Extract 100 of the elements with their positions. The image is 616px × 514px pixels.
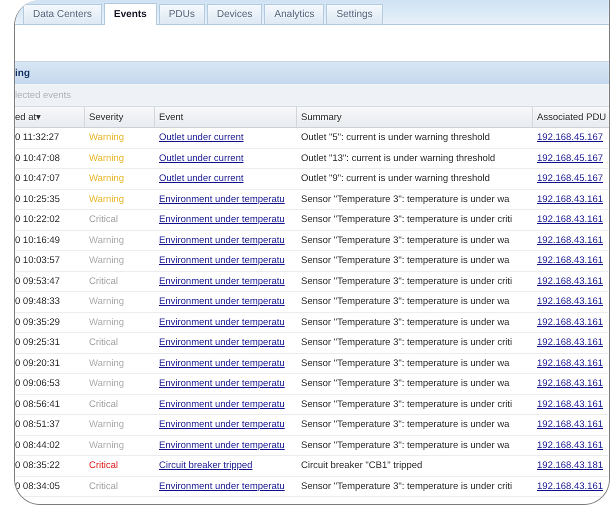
table-cell-text: 0 08:56:41 [15, 398, 61, 412]
event-link[interactable]: Environment under temperatu [159, 398, 285, 410]
severity-label: Critical [88, 336, 120, 350]
table-cell-text: Sensor "Temperature 3": temperature is under wa [300, 418, 510, 432]
severity-label: Warning [88, 295, 126, 310]
severity-label: Warning [88, 254, 126, 268]
severity-label: Warning [88, 438, 126, 453]
pdu-link[interactable]: 192.168.43.161 [537, 378, 604, 390]
tab[interactable]: PDUs [158, 4, 205, 24]
table-cell-text: 0 08:35:22 [15, 459, 61, 474]
severity-label: Critical [88, 398, 120, 412]
table-cell-text: 0 08:51:37 [15, 418, 61, 432]
tab[interactable]: Data Centers [23, 4, 102, 24]
table-cell-text: Outlet "5": current is under warning threshold [300, 131, 491, 146]
table-cell-text: Sensor "Temperature 3": temperature is under criti [300, 274, 514, 289]
severity-label: Warning [88, 172, 126, 186]
table-cell-text: 0 10:47:08 [15, 152, 61, 166]
table-cell-text: 0 10:47:07 [15, 172, 61, 186]
event-link[interactable]: Environment under temperatu [159, 234, 285, 246]
severity-label: Warning [88, 356, 126, 371]
toolbar-label: lected events [15, 90, 71, 100]
pdu-link[interactable]: 192.168.43.161 [537, 419, 604, 430]
table-cell-text: Sensor "Temperature 3": temperature is under criti [300, 398, 514, 412]
severity-label: Warning [88, 152, 126, 166]
severity-label: Warning [88, 377, 126, 392]
pdu-link[interactable]: 192.168.43.161 [537, 214, 604, 226]
table-cell-text: Sensor "Temperature 3": temperature is under wa [300, 316, 510, 330]
column-header[interactable]: Severity [85, 107, 155, 127]
column-header[interactable]: ed at▾ [15, 107, 85, 127]
pdu-link[interactable]: 192.168.43.161 [537, 440, 604, 451]
event-link[interactable]: Environment under temperatu [159, 337, 285, 348]
pdu-link[interactable]: 192.168.43.161 [537, 480, 604, 492]
table-cell-text: 0 11:32:27 [15, 131, 60, 146]
event-link[interactable]: Outlet under current [159, 132, 244, 144]
table-cell-text: Sensor "Temperature 3": temperature is under criti [300, 480, 514, 494]
column-header[interactable]: Summary [297, 107, 533, 127]
severity-label: Critical [88, 213, 120, 228]
tab[interactable]: Devices [206, 4, 262, 24]
pdu-link[interactable]: 192.168.43.161 [537, 276, 604, 287]
table-cell-text: Sensor "Temperature 3": temperature is under wa [300, 356, 510, 371]
event-link[interactable]: Environment under temperatu [159, 480, 285, 492]
table-cell-text: 0 10:25:35 [15, 192, 61, 207]
pdu-link[interactable]: 192.168.43.161 [537, 234, 604, 246]
pdu-link[interactable]: 192.168.43.161 [537, 296, 604, 308]
pdu-link[interactable]: 192.168.45.167 [537, 132, 604, 144]
table-cell-text: Outlet "13": current is under warning threshold [300, 152, 496, 166]
table-cell-text: 0 10:03:57 [15, 254, 61, 268]
event-link[interactable]: Environment under temperatu [159, 214, 285, 226]
table-cell-text: 0 08:44:02 [15, 438, 61, 453]
severity-label: Warning [88, 316, 126, 330]
tab[interactable]: Analytics [264, 4, 324, 24]
severity-label: Warning [88, 418, 126, 432]
event-link[interactable]: Environment under temperatu [159, 358, 285, 369]
column-header[interactable]: Event [155, 107, 297, 127]
event-link[interactable]: Outlet under current [159, 173, 244, 184]
table-cell-text: Sensor "Temperature 3": temperature is under wa [300, 295, 510, 310]
table-cell-text: Sensor "Temperature 3": temperature is under wa [300, 438, 510, 453]
table-cell-text: 0 09:06:53 [15, 377, 61, 392]
event-link[interactable]: Environment under temperatu [159, 378, 285, 390]
table-cell-text: 0 10:22:02 [15, 213, 61, 228]
table-cell-text: Sensor "Temperature 3": temperature is under wa [300, 192, 510, 207]
severity-label: Warning [88, 131, 126, 146]
event-link[interactable]: Outlet under current [159, 152, 244, 164]
pdu-link[interactable]: 192.168.43.161 [537, 358, 604, 369]
table-cell-text: 0 09:25:31 [15, 336, 61, 350]
table-cell-text: Sensor "Temperature 3": temperature is under wa [300, 234, 510, 248]
event-link[interactable]: Environment under temperatu [159, 255, 285, 266]
severity-label: Critical [88, 480, 120, 494]
event-link[interactable]: Environment under temperatu [159, 316, 285, 328]
table-cell-text: Sensor "Temperature 3": temperature is under criti [300, 213, 514, 228]
severity-label: Critical [88, 274, 120, 289]
event-link[interactable]: Environment under temperatu [159, 194, 285, 205]
pdu-link[interactable]: 192.168.45.167 [537, 152, 604, 164]
table-cell-text: Sensor "Temperature 3": temperature is under wa [300, 377, 510, 392]
event-link[interactable]: Environment under temperatu [159, 296, 285, 308]
table-cell-text: Sensor "Temperature 3": temperature is under wa [300, 254, 510, 268]
severity-label: Warning [88, 192, 126, 207]
event-link[interactable]: Environment under temperatu [159, 440, 285, 451]
pdu-link[interactable]: 192.168.43.161 [537, 337, 604, 348]
tab[interactable]: Events [104, 3, 157, 25]
pdu-link[interactable]: 192.168.43.161 [537, 316, 604, 328]
panel-title: ing [15, 68, 30, 78]
pdu-link[interactable]: 192.168.43.161 [537, 398, 604, 410]
table-cell-text: Outlet "9": current is under warning threshold [300, 172, 491, 186]
event-link[interactable]: Circuit breaker tripped [159, 460, 252, 472]
pdu-link[interactable]: 192.168.43.181 [537, 460, 604, 472]
table-cell-text: 0 09:20:31 [15, 356, 61, 371]
table-cell-text: 0 09:53:47 [15, 274, 61, 289]
table-cell-text: 0 09:48:33 [15, 295, 61, 310]
tab[interactable]: Settings [326, 4, 383, 24]
pdu-link[interactable]: 192.168.43.161 [537, 255, 604, 266]
column-header[interactable]: Associated PDU [533, 107, 609, 127]
pdu-link[interactable]: 192.168.43.161 [537, 194, 604, 205]
event-link[interactable]: Environment under temperatu [159, 419, 285, 430]
severity-label: Critical [88, 459, 120, 474]
table-cell-text: 0 10:16:49 [15, 234, 61, 248]
table-cell-text: 0 09:35:29 [15, 316, 61, 330]
pdu-link[interactable]: 192.168.45.167 [537, 173, 604, 184]
table-cell-text: Sensor "Temperature 3": temperature is under criti [300, 336, 514, 350]
event-link[interactable]: Environment under temperatu [159, 276, 285, 287]
